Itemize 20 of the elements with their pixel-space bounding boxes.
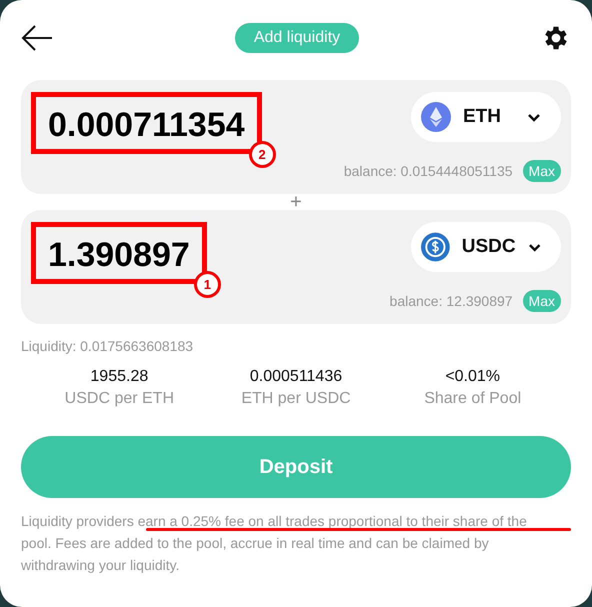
balance-text: balance: 12.390897 <box>390 293 513 309</box>
chevron-down-icon <box>527 112 541 122</box>
back-arrow-icon[interactable] <box>21 24 53 52</box>
stat-label: Share of Pool <box>424 390 522 408</box>
stat-label: USDC per ETH <box>64 390 174 408</box>
info-paragraph: Liquidity providers earn a 0.25% fee on all trades proportional to their share of the pool. Fees are added to the pool, accrue in real time and can be claimed by withdrawing your liquidity. <box>21 512 528 575</box>
token-selector[interactable]: USDC <box>411 222 561 272</box>
ethereum-icon <box>421 102 451 132</box>
stat-label: ETH per USDC <box>241 390 351 408</box>
plus-sign: + <box>289 194 303 210</box>
liquidity-text: Liquidity: 0.0175663608183 <box>21 338 194 354</box>
annotation-badge: 2 <box>248 141 276 168</box>
balance-text: balance: 0.0154448051135 <box>344 163 513 179</box>
stat-value: <0.01% <box>445 368 500 386</box>
stat-value: 0.000511436 <box>250 368 342 386</box>
stat-value: 1955.28 <box>90 368 148 386</box>
annotation-badge: 1 <box>194 271 221 298</box>
token-selector[interactable]: ETH <box>411 92 561 142</box>
usdc-icon <box>421 232 450 262</box>
chevron-down-icon <box>528 242 541 252</box>
